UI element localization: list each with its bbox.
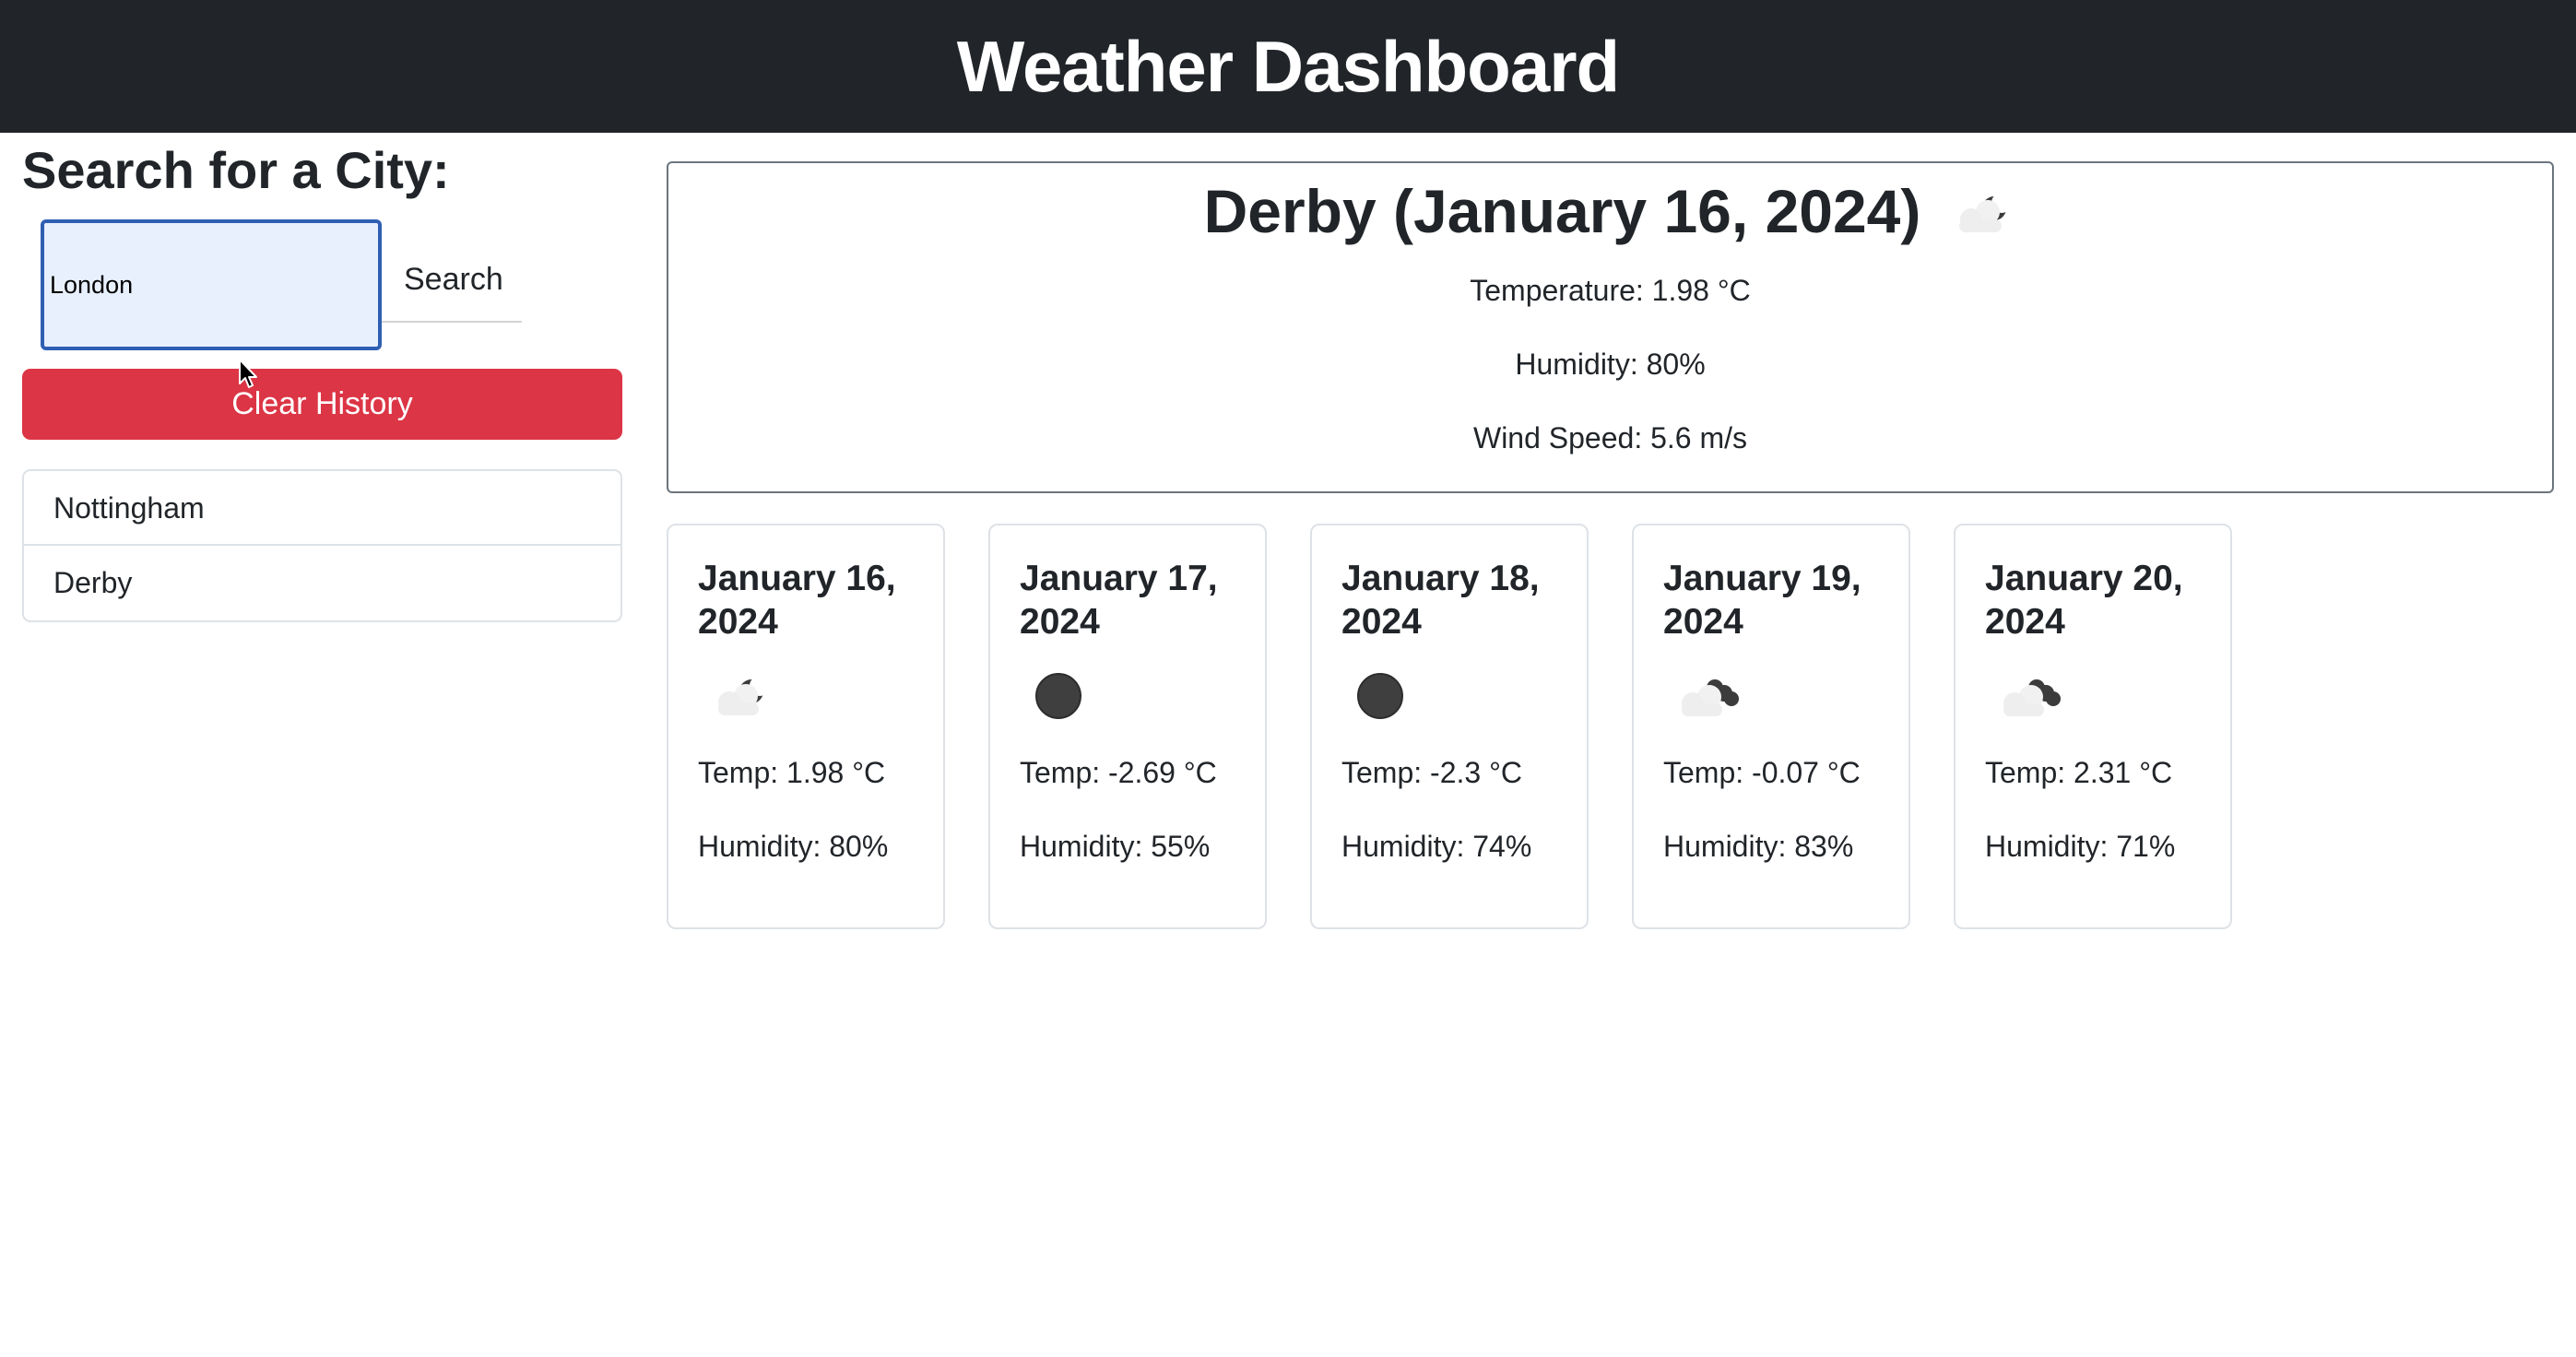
moon-icon [1031, 673, 1095, 724]
forecast-date: January 19, 2024 [1663, 559, 1861, 642]
forecast-humidity: Humidity: 55% [1020, 830, 1211, 863]
current-city-title: Derby (January 16, 2024) [1203, 177, 1921, 245]
broken-clouds-icon [1674, 673, 1748, 724]
current-weather-card: Derby (January 16, 2024) Temperature: 1.… [667, 161, 2554, 493]
moon-icon [1353, 673, 1417, 724]
forecast-temp: Temp: -0.07 °C [1663, 756, 1861, 789]
forecast-date: January 17, 2024 [1020, 559, 1218, 642]
search-button[interactable]: Search [382, 229, 522, 323]
current-wind-speed: Wind Speed: 5.6 m/s [1472, 421, 1748, 454]
cloud-moon-icon [709, 673, 774, 724]
search-history-list: Nottingham Derby [22, 469, 622, 622]
mouse-cursor-icon [238, 358, 262, 395]
forecast-humidity: Humidity: 74% [1341, 830, 1532, 863]
forecast-card: January 16, 2024 Temp: 1.98 °C Humidity:… [667, 524, 945, 929]
city-search-input[interactable] [41, 219, 382, 350]
current-temperature: Temperature: 1.98 °C [1470, 274, 1751, 307]
forecast-card: January 17, 2024 Temp: -2.69 °C Humidity… [988, 524, 1267, 929]
forecast-card: January 18, 2024 Temp: -2.3 °C Humidity:… [1310, 524, 1589, 929]
forecast-humidity: Humidity: 80% [698, 830, 889, 863]
history-item-derby[interactable]: Derby [24, 546, 620, 620]
app-header: Weather Dashboard [0, 0, 2576, 133]
forecast-humidity: Humidity: 83% [1663, 830, 1854, 863]
forecast-temp: Temp: 2.31 °C [1985, 756, 2173, 789]
forecast-temp: Temp: -2.69 °C [1020, 756, 1217, 789]
history-item-nottingham[interactable]: Nottingham [24, 471, 620, 546]
forecast-card: January 20, 2024 Temp: 2.31 °C Humidity:… [1954, 524, 2232, 929]
forecast-date: January 20, 2024 [1985, 559, 2183, 642]
forecast-humidity: Humidity: 71% [1985, 830, 2176, 863]
forecast-temp: Temp: 1.98 °C [698, 756, 886, 789]
page-title: Weather Dashboard [956, 25, 1620, 107]
search-heading: Search for a City: [22, 141, 450, 199]
forecast-date: January 16, 2024 [698, 559, 896, 642]
cloud-moon-icon [1948, 190, 2016, 241]
broken-clouds-icon [1996, 673, 2070, 724]
current-humidity: Humidity: 80% [1515, 348, 1706, 381]
forecast-date: January 18, 2024 [1341, 559, 1540, 642]
forecast-temp: Temp: -2.3 °C [1341, 756, 1522, 789]
clear-history-button[interactable]: Clear History [22, 369, 622, 440]
forecast-card: January 19, 2024 Temp: -0.07 °C Humidity… [1632, 524, 1910, 929]
